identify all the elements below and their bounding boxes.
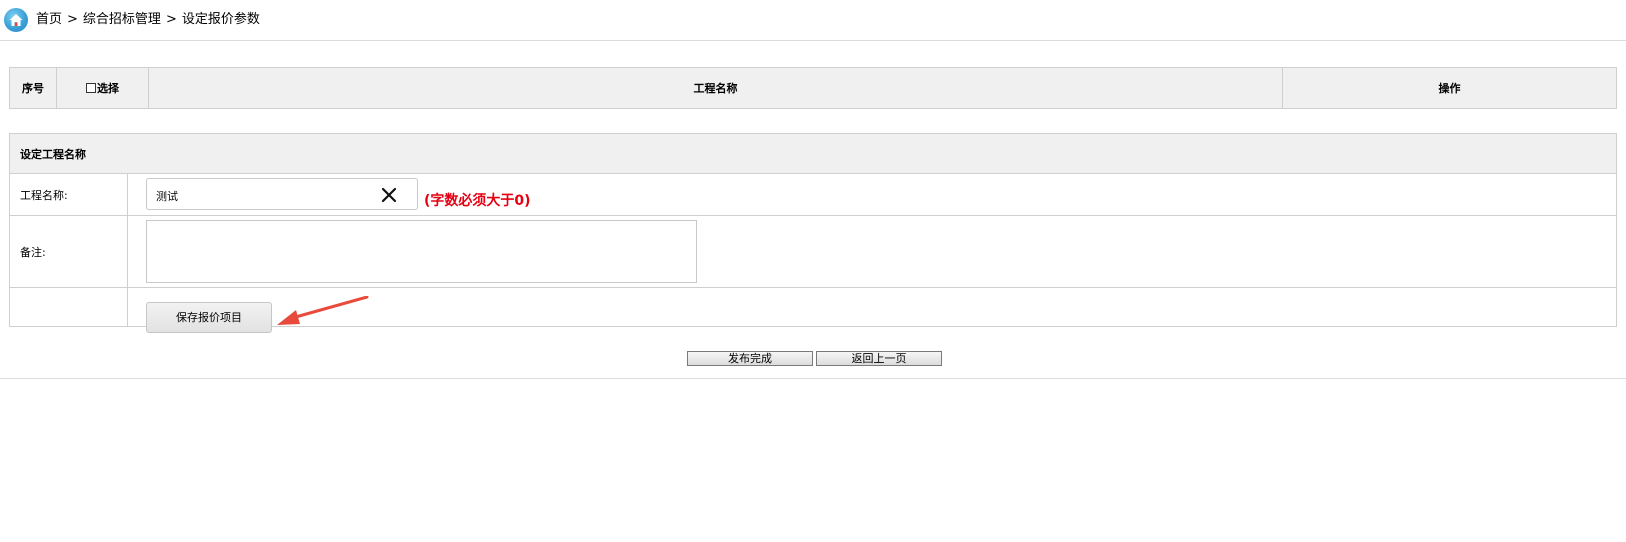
project-name-label: 工程名称: [9,173,128,216]
top-bar: 首页 > 综合招标管理 > 设定报价参数 [0,0,1626,41]
col-index-header: 序号 [9,67,57,109]
save-row-label [9,287,128,327]
arrow-annotation-icon [277,296,369,325]
section-title: 设定工程名称 [9,133,1617,174]
home-icon[interactable] [4,8,28,32]
remark-label: 备注: [9,215,128,288]
project-list-table: 序号 选择 工程名称 操作 [9,67,1617,109]
back-button[interactable]: 返回上一页 [816,351,942,366]
breadcrumb-separator: > [67,12,78,27]
breadcrumb-current: 设定报价参数 [181,12,260,27]
project-name-hint: (字数必须大于0) [424,193,531,209]
col-project-name-header: 工程名称 [148,67,1283,109]
publish-complete-button[interactable]: 发布完成 [687,351,813,366]
table-header-row: 序号 选择 工程名称 操作 [9,67,1617,109]
breadcrumb-bid-management[interactable]: 综合招标管理 [83,12,161,28]
select-all-label: 选择 [97,82,119,95]
breadcrumb-separator: > [165,12,177,27]
close-icon[interactable] [381,187,397,203]
col-select-header: 选择 [56,67,149,109]
project-name-value[interactable]: 测试 [156,188,178,204]
divider [0,378,1626,379]
breadcrumb-home[interactable]: 首页 [36,12,62,28]
col-action-header: 操作 [1282,67,1617,109]
select-all-checkbox[interactable] [86,83,96,93]
project-name-input[interactable]: 测试 [146,178,418,210]
breadcrumb: 首页 > 综合招标管理 > 设定报价参数 [36,12,260,28]
save-bid-item-button[interactable]: 保存报价项目 [146,302,272,333]
form-section-header: 设定工程名称 [9,133,1617,174]
remark-textarea[interactable] [146,220,697,283]
